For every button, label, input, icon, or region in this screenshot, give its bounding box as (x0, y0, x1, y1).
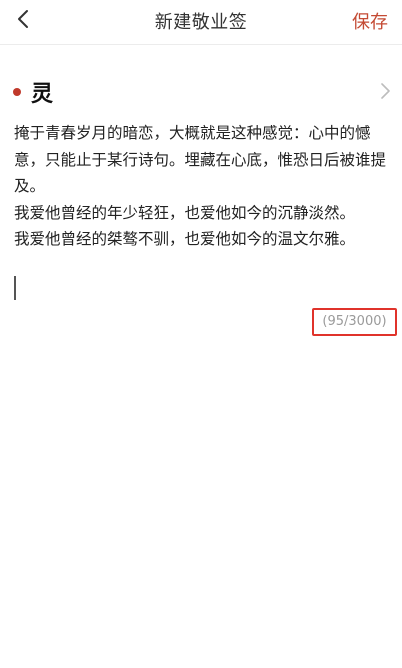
text-cursor (14, 276, 16, 300)
note-heading: 灵 (31, 82, 54, 107)
note-content-editor[interactable]: 掩于青春岁月的暗恋，大概就是这种感觉：心中的憾意，只能止于某行诗句。埋藏在心底，… (14, 120, 390, 253)
category-dot (13, 88, 21, 96)
content-paragraph: 我爱他曾经的桀骜不驯，也爱他如今的温文尔雅。 (14, 230, 356, 248)
content-paragraph: 我爱他曾经的年少轻狂，也爱他如今的沉静淡然。 (14, 203, 356, 222)
chevron-right-icon (381, 83, 390, 99)
navigation-bar: 新建敬业签 保存 (0, 0, 402, 45)
content-paragraph: 掩于青春岁月的暗恋，大概就是这种感觉：心中的憾意，只能止于某行诗句。埋藏在心底，… (14, 124, 387, 195)
character-counter: (95/3000) (312, 308, 397, 336)
page-title: 新建敬业签 (154, 12, 248, 33)
expand-button[interactable] (378, 81, 392, 105)
save-button[interactable]: 保存 (352, 8, 388, 34)
note-heading-row[interactable]: 灵 (0, 72, 402, 110)
